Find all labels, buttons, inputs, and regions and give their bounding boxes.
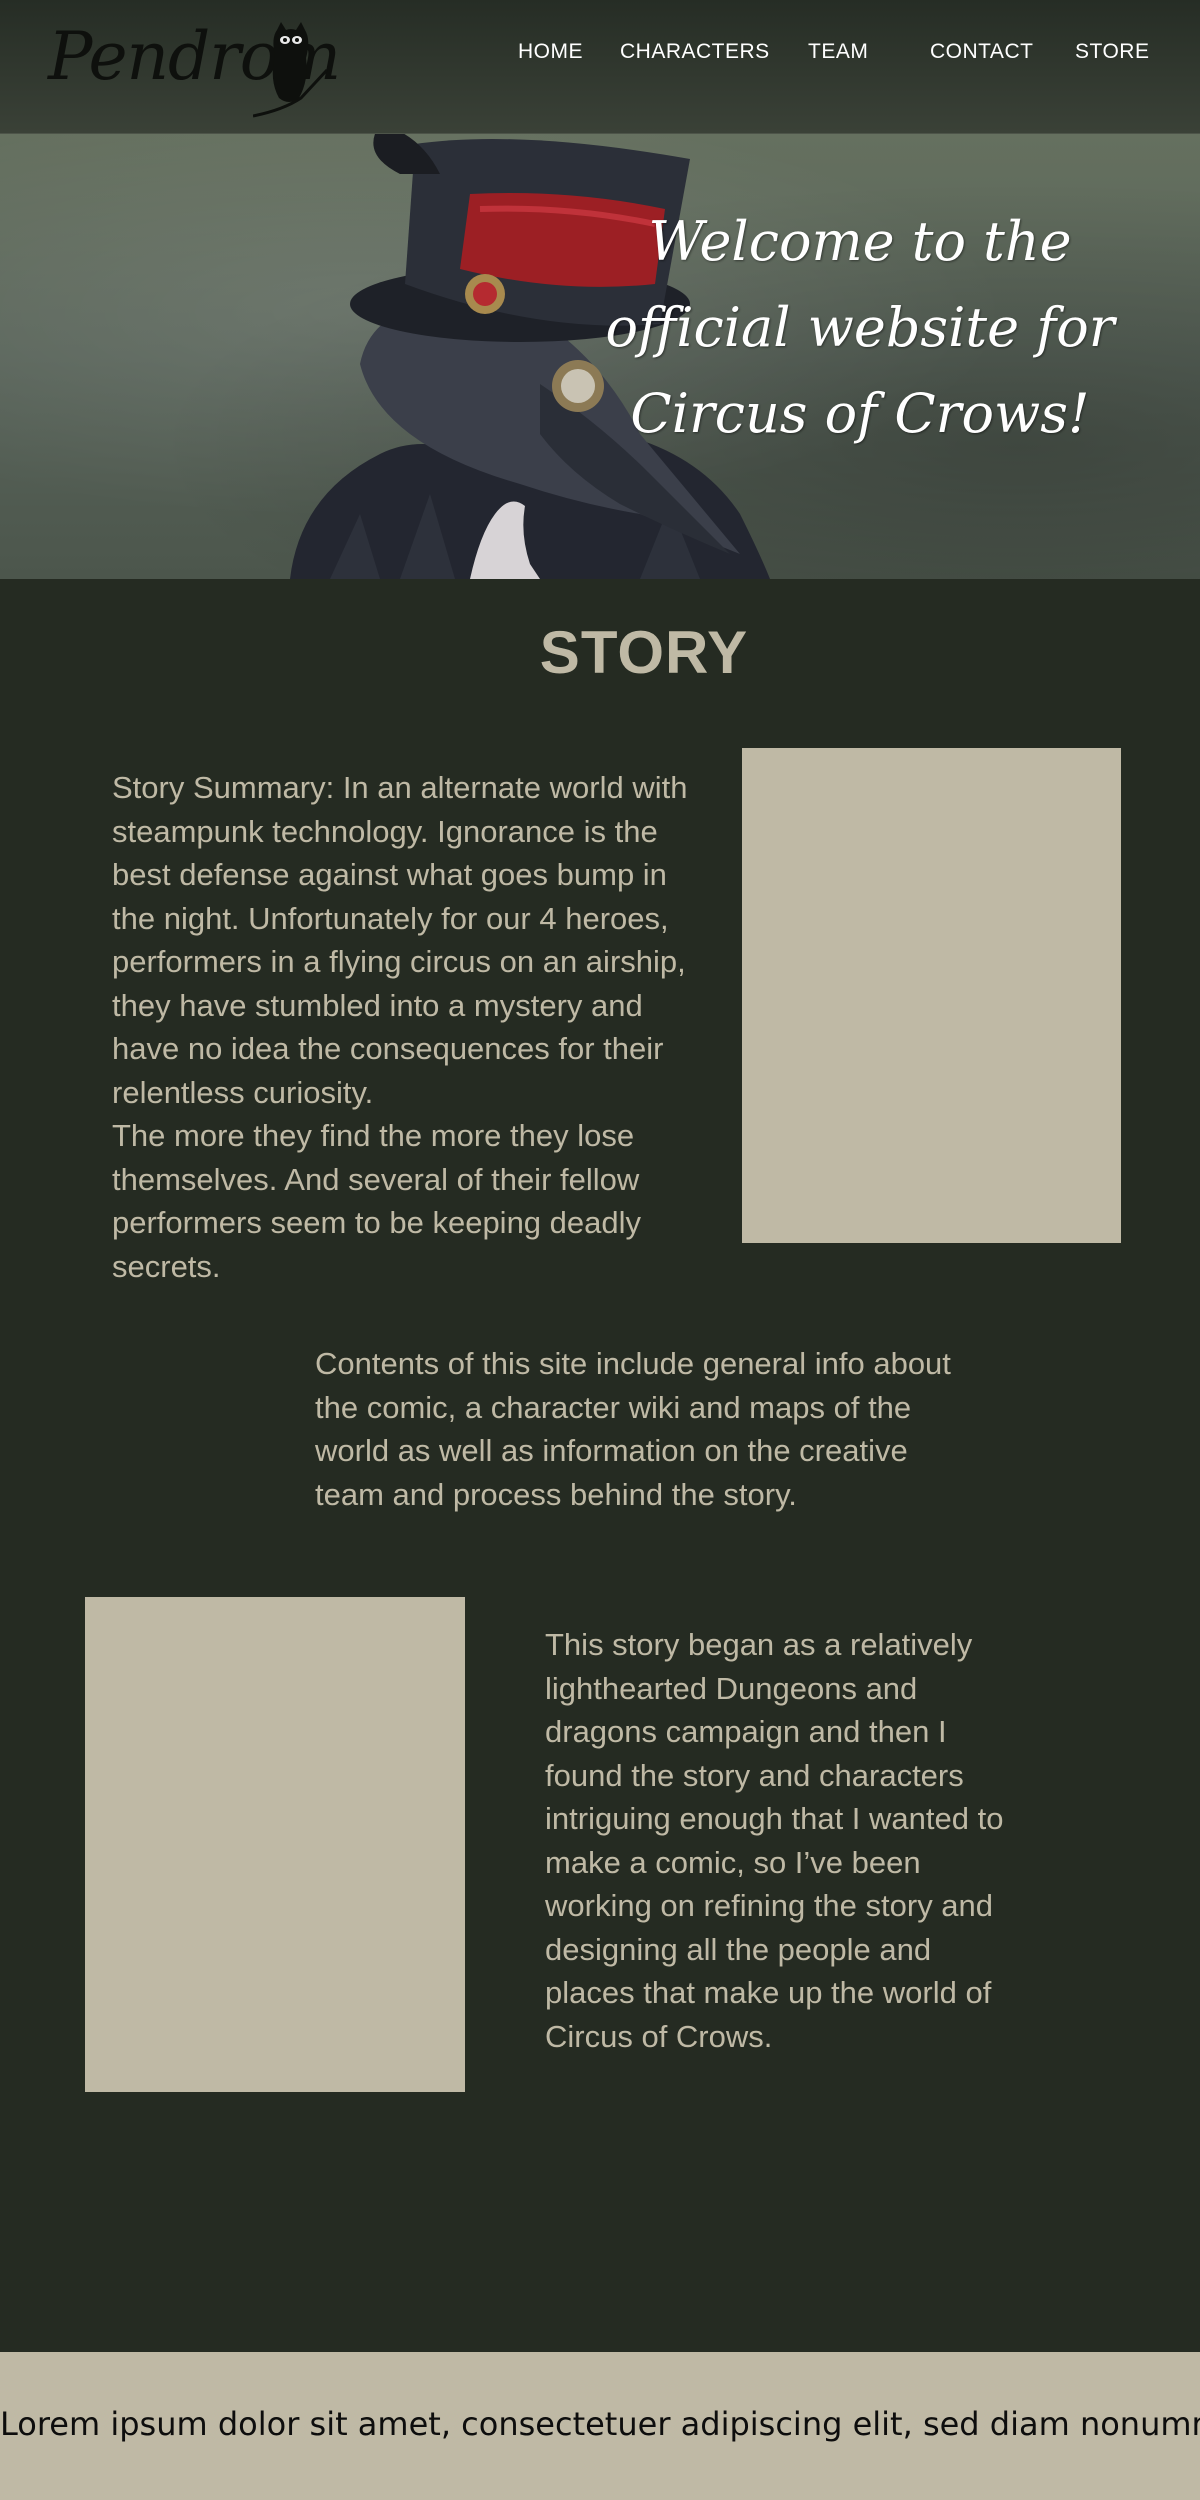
nav-item-home[interactable]: HOME [518,40,583,64]
nav-item-store[interactable]: STORE [1075,40,1149,64]
site-contents-description: Contents of this site include general in… [315,1346,951,1512]
story-summary: Story Summary: In an alternate world wit… [112,770,688,1284]
hero-banner: Welcome to the official website for Circ… [0,134,1200,579]
story-origin: This story began as a relatively lighthe… [545,1627,1004,2054]
main-nav: HOME CHARACTERS TEAM CONTACT STORE [0,40,1200,70]
image-placeholder [85,1597,465,2092]
hero-title: Welcome to the official website for Circ… [605,210,1115,445]
nav-item-characters[interactable]: CHARACTERS [620,40,770,64]
site-header: Pendrom HOME CHARACTERS TEAM CONTACT STO… [0,0,1200,134]
site-footer: Lorem ipsum dolor sit amet, consectetuer… [0,2352,1200,2500]
footer-text: Lorem ipsum dolor sit amet, consectetuer… [0,2405,1200,2443]
nav-item-team[interactable]: TEAM [808,40,868,64]
nav-item-contact[interactable]: CONTACT [930,40,1033,64]
section-heading-story: STORY [539,619,749,686]
image-placeholder [742,748,1121,1243]
